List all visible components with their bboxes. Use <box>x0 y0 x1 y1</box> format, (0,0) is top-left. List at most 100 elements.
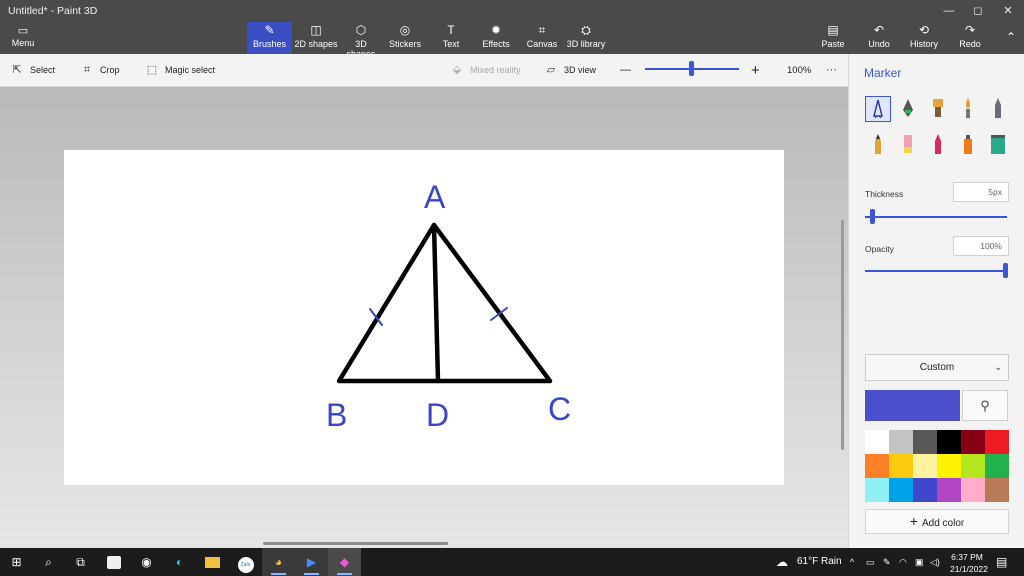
chrome-icon[interactable]: ◕ <box>262 548 295 576</box>
color-swatch[interactable] <box>985 430 1009 454</box>
drawing-canvas[interactable]: A B D C <box>64 150 784 485</box>
plus-icon: + <box>909 513 918 529</box>
crop-button[interactable]: ⌗ Crop <box>80 54 120 87</box>
zoom-out-button[interactable]: — <box>620 54 631 87</box>
spray-can-icon[interactable] <box>955 132 981 158</box>
view-3d-button[interactable]: ▱ 3D view <box>544 54 596 87</box>
clock[interactable]: 6:37 PM 21/1/2022 <box>950 548 988 576</box>
paste-label: Paste <box>821 39 845 49</box>
color-swatch[interactable] <box>889 478 913 502</box>
redo-label: Redo <box>959 39 981 49</box>
thickness-input[interactable]: 5px <box>953 182 1009 202</box>
maximize-button[interactable]: ◻ <box>963 2 993 20</box>
menu-button[interactable]: ▭ Menu <box>6 24 40 52</box>
opacity-slider[interactable] <box>865 270 1007 272</box>
tab-text[interactable]: T Text <box>433 22 469 54</box>
thickness-slider[interactable] <box>865 216 1007 218</box>
color-swatch[interactable] <box>913 478 937 502</box>
weather-icon[interactable]: ☁ <box>776 548 788 576</box>
task-view-icon[interactable]: ⧉ <box>64 548 97 576</box>
horizontal-scrollbar[interactable] <box>263 542 448 545</box>
tab-3d-shapes[interactable]: ⬡ 3D shapes <box>340 22 382 59</box>
zoom-slider-thumb[interactable] <box>689 61 694 76</box>
zalo-icon[interactable]: Zalo <box>229 548 262 576</box>
tab-stickers[interactable]: ◎ Stickers <box>385 22 425 54</box>
color-swatch[interactable] <box>913 430 937 454</box>
mixed-reality-button[interactable]: ⬙ Mixed reality <box>450 54 521 87</box>
opacity-input[interactable]: 100% <box>953 236 1009 256</box>
fill-bucket-icon[interactable] <box>985 132 1011 158</box>
window-title: Untitled* - Paint 3D <box>8 5 98 17</box>
color-swatch[interactable] <box>889 454 913 478</box>
thickness-slider-thumb[interactable] <box>870 209 875 224</box>
undo-button[interactable]: ↶ Undo <box>864 22 894 54</box>
app-circle-icon[interactable]: ◉ <box>130 548 163 576</box>
add-color-button[interactable]: + Add color <box>865 509 1009 534</box>
start-button[interactable]: ⊞ <box>0 548 33 576</box>
color-mode-dropdown[interactable]: Custom ⌄ <box>865 354 1009 381</box>
show-hidden-icons-icon[interactable]: ^ <box>850 548 854 576</box>
battery-icon[interactable]: ▭ <box>866 548 875 576</box>
color-swatch[interactable] <box>913 454 937 478</box>
file-explorer-icon[interactable] <box>196 548 229 576</box>
color-swatch[interactable] <box>865 430 889 454</box>
more-options-button[interactable]: ··· <box>826 54 837 87</box>
color-swatch[interactable] <box>937 430 961 454</box>
tab-effects[interactable]: ✹ Effects <box>478 22 514 54</box>
notification-icon[interactable]: ▤ <box>996 548 1007 576</box>
close-button[interactable]: ✕ <box>993 2 1023 20</box>
zoom-in-button[interactable]: + <box>751 54 760 87</box>
tab-3d-library[interactable]: ⛭ 3D library <box>566 22 606 54</box>
history-label: History <box>909 39 938 49</box>
vertical-scrollbar[interactable] <box>841 220 844 450</box>
select-button[interactable]: ⇱ Select <box>10 54 55 87</box>
color-swatch[interactable] <box>889 430 913 454</box>
ink-pen-icon[interactable] <box>895 96 921 122</box>
pencil-icon[interactable] <box>985 96 1011 122</box>
color-swatch[interactable] <box>937 478 961 502</box>
taskbar: ⊞ ⌕ ⧉ ◉ ◐ Zalo ◕ ▶ ◆ ☁ 61°F Rain ^ ▭ ✎ ◠… <box>0 548 1024 576</box>
opacity-slider-thumb[interactable] <box>1003 263 1008 278</box>
color-swatch[interactable] <box>961 430 985 454</box>
color-swatch[interactable] <box>961 478 985 502</box>
color-swatch[interactable] <box>865 454 889 478</box>
zoom-icon[interactable]: ▶ <box>295 548 328 576</box>
tab-brushes[interactable]: ✎ Brushes <box>247 22 292 54</box>
current-color-swatch[interactable] <box>865 390 960 421</box>
undo-label: Undo <box>868 39 890 49</box>
edge-icon[interactable]: ◐ <box>163 548 196 576</box>
wifi-icon[interactable]: ◠ <box>899 548 907 576</box>
magic-select-button[interactable]: ⬚ Magic select <box>145 54 215 87</box>
zoom-glyph: ▶ <box>306 555 317 569</box>
sticker-icon: ◎ <box>399 23 411 37</box>
paint3d-icon[interactable]: ◆ <box>328 548 361 576</box>
crayon-icon[interactable] <box>865 132 891 158</box>
color-swatch[interactable] <box>985 478 1009 502</box>
eyedropper-icon[interactable]: ⚲ <box>962 390 1008 421</box>
tab-canvas[interactable]: ⌗ Canvas <box>524 22 560 54</box>
weather-text[interactable]: 61°F Rain <box>797 548 842 576</box>
clock-date: 21/1/2022 <box>950 564 988 574</box>
calligraphy-pen-icon[interactable] <box>865 96 891 122</box>
oil-brush-icon[interactable] <box>925 96 951 122</box>
color-swatch[interactable] <box>937 454 961 478</box>
running-indicator <box>304 573 319 575</box>
redo-button[interactable]: ↷ Redo <box>955 22 985 54</box>
eraser-icon[interactable] <box>895 132 921 158</box>
collapse-ribbon-icon[interactable]: ⌃ <box>1006 30 1016 44</box>
tab-brushes-label: Brushes <box>252 39 287 49</box>
history-button[interactable]: ⟲ History <box>908 22 940 54</box>
store-icon[interactable] <box>97 548 130 576</box>
paste-button[interactable]: ▤ Paste <box>818 22 848 54</box>
color-swatch[interactable] <box>985 454 1009 478</box>
tab-2d-shapes[interactable]: ◫ 2D shapes <box>294 22 338 54</box>
pen-icon[interactable]: ✎ <box>883 548 891 576</box>
volume-icon[interactable]: ◁) <box>930 548 940 576</box>
search-icon[interactable]: ⌕ <box>32 548 65 576</box>
color-swatch[interactable] <box>961 454 985 478</box>
color-swatch[interactable] <box>865 478 889 502</box>
marker-icon[interactable] <box>925 132 951 158</box>
camera-icon[interactable]: ▣ <box>915 548 924 576</box>
minimize-button[interactable]: — <box>934 2 964 20</box>
watercolor-icon[interactable] <box>955 96 981 122</box>
